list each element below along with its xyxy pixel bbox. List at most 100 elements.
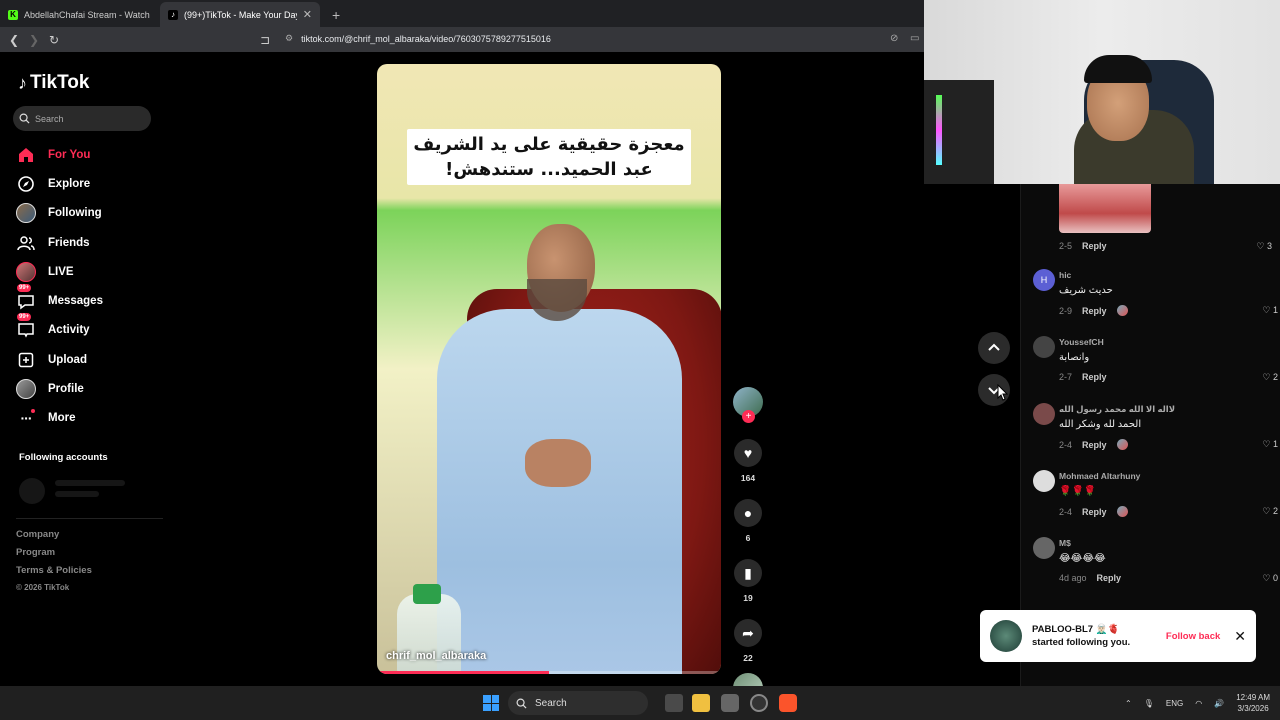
sidebar-item-following[interactable]: Following [16, 199, 103, 228]
messages-icon: 99+ [16, 284, 36, 311]
follow-plus-icon[interactable]: + [742, 410, 755, 423]
creator-avatar[interactable]: + [733, 387, 763, 423]
logo-text: TikTok [30, 72, 90, 93]
comment-like[interactable]: ♡ 2 [1262, 506, 1278, 517]
sidebar-item-for-you[interactable]: For You [16, 140, 103, 169]
language-indicator[interactable]: ENG [1166, 699, 1183, 708]
brave-browser-icon[interactable] [779, 694, 797, 712]
comment-like[interactable]: ♡ 0 [1262, 573, 1278, 584]
previous-video-button[interactable] [978, 332, 1010, 364]
profile-avatar-icon [16, 379, 36, 400]
kick-icon: K [8, 9, 18, 20]
close-icon[interactable]: ✕ [1234, 628, 1246, 645]
footer-link-terms[interactable]: Terms & Policies [16, 565, 92, 583]
sidebar-menu: For You Explore Following Friends LIVE 9… [16, 140, 103, 433]
taskbar-search[interactable]: Search [508, 691, 648, 715]
commenter-avatar[interactable]: H [1033, 269, 1055, 291]
video-player[interactable]: معجزة حقيقية على يد الشريف عبد الحميد...… [377, 64, 721, 674]
reply-button[interactable]: Reply [1082, 372, 1107, 382]
back-icon[interactable]: ❮ [4, 33, 24, 47]
sidebar-item-live[interactable]: LIVE [16, 257, 103, 286]
close-tab-icon[interactable]: ✕ [303, 8, 312, 21]
reply-button[interactable]: Reply [1082, 507, 1107, 517]
action-rail: + ♥ 164 ● 6 ▮ 19 ➦ 22 [732, 387, 764, 703]
forward-icon[interactable]: ❯ [24, 33, 44, 47]
activity-icon: 99+ [16, 313, 36, 340]
tab-title: (99+)TikTok - Make Your Day [184, 9, 297, 20]
sidebar-item-label: LIVE [48, 265, 74, 278]
site-info-icon[interactable]: ⚙ [285, 33, 293, 44]
reply-button[interactable]: Reply [1082, 306, 1107, 316]
windows-start-icon[interactable] [483, 695, 499, 711]
share-action[interactable]: ➦ 22 [732, 619, 764, 663]
video-scene-hands [525, 439, 591, 487]
new-tab-button[interactable]: + [320, 7, 352, 27]
sidebar-item-friends[interactable]: Friends [16, 228, 103, 257]
follower-avatar[interactable] [990, 620, 1022, 652]
video-author-username[interactable]: chrif_mol_albaraka [386, 650, 486, 662]
bookmark-save-icon[interactable]: ▮ [734, 559, 762, 587]
tab-kick-stream[interactable]: K AbdellahChafai Stream - Watch Live [0, 2, 160, 27]
reply-button[interactable]: Reply [1082, 241, 1107, 251]
task-view-icon[interactable] [665, 694, 683, 712]
like-action[interactable]: ♥ 164 [732, 439, 764, 483]
tiktok-logo[interactable]: ♪ TikTok [18, 72, 89, 94]
sidebar-toggle-icon[interactable]: ▭ [910, 33, 919, 44]
reply-button[interactable]: Reply [1097, 573, 1122, 583]
mouse-cursor-icon [997, 384, 1009, 401]
commenter-username[interactable]: M$ [1059, 538, 1071, 548]
save-count: 19 [743, 593, 753, 603]
footer-link-company[interactable]: Company [16, 529, 92, 547]
sidebar-item-label: Profile [48, 383, 84, 396]
save-action[interactable]: ▮ 19 [732, 559, 764, 603]
reply-button[interactable]: Reply [1082, 440, 1107, 450]
clock[interactable]: 12:49 AM 3/3/2026 [1236, 692, 1270, 714]
obs-icon[interactable] [750, 694, 768, 712]
commenter-avatar[interactable] [1033, 403, 1055, 425]
commenter-avatar[interactable] [1033, 537, 1055, 559]
comment-action[interactable]: ● 6 [732, 499, 764, 543]
file-explorer-icon[interactable] [692, 694, 710, 712]
sidebar-item-activity[interactable]: 99+ Activity [16, 313, 103, 345]
footer-link-program[interactable]: Program [16, 547, 92, 565]
microphone-icon[interactable]: 🎙 [1144, 699, 1154, 708]
wifi-icon[interactable]: ◠ [1195, 699, 1202, 708]
copyright: © 2026 TikTok [16, 583, 70, 592]
sidebar-item-label: For You [48, 148, 91, 161]
url-field[interactable]: ⚙ tiktok.com/@chrif_mol_albaraka/video/7… [285, 33, 551, 44]
comment-meta: 4d ago Reply [1059, 573, 1121, 583]
sidebar-item-messages[interactable]: 99+ Messages [16, 284, 103, 315]
share-icon[interactable]: ➦ [734, 619, 762, 647]
bookmark-icon[interactable]: ⊐ [255, 33, 275, 47]
tracking-shield-icon[interactable]: ⊘ [890, 33, 898, 44]
comment-meta: 2-7 Reply [1059, 372, 1107, 382]
comment-like[interactable]: ♡ 1 [1262, 439, 1278, 450]
follow-back-button[interactable]: Follow back [1166, 631, 1220, 642]
chevron-up-icon[interactable]: ⌃ [1125, 699, 1132, 708]
comment-icon[interactable]: ● [734, 499, 762, 527]
comment-like[interactable]: ♡ 2 [1262, 372, 1278, 383]
heart-icon[interactable]: ♥ [734, 439, 762, 467]
comment-image[interactable] [1059, 184, 1151, 233]
sidebar-item-more[interactable]: ··· More [16, 404, 103, 433]
commenter-username[interactable]: YoussefCH [1059, 337, 1104, 347]
reload-icon[interactable]: ↻ [44, 33, 64, 47]
clock-time: 12:49 AM [1236, 693, 1270, 702]
camera-app-icon[interactable] [721, 694, 739, 712]
search-input[interactable]: Search [13, 106, 151, 131]
commenter-username[interactable]: لااله الا الله محمد رسول الله [1059, 404, 1175, 415]
sidebar-item-upload[interactable]: Upload [16, 345, 103, 374]
commenter-avatar[interactable] [1033, 470, 1055, 492]
video-progress-bar[interactable] [377, 671, 721, 674]
tab-tiktok[interactable]: ♪ (99+)TikTok - Make Your Day ✕ [160, 2, 320, 27]
sidebar-item-explore[interactable]: Explore [16, 169, 103, 198]
comment-like[interactable]: ♡ 3 [1256, 241, 1272, 252]
commenter-username[interactable]: Mohmaed Altarhuny [1059, 471, 1140, 481]
comment-like[interactable]: ♡ 1 [1262, 305, 1278, 316]
commenter-username[interactable]: hic [1059, 270, 1071, 280]
volume-icon[interactable]: 🔊 [1214, 699, 1224, 708]
comment-time: 2-5 [1059, 241, 1073, 251]
comment-like-count: 2 [1272, 506, 1278, 516]
commenter-avatar[interactable] [1033, 336, 1055, 358]
sidebar-item-profile[interactable]: Profile [16, 374, 103, 403]
